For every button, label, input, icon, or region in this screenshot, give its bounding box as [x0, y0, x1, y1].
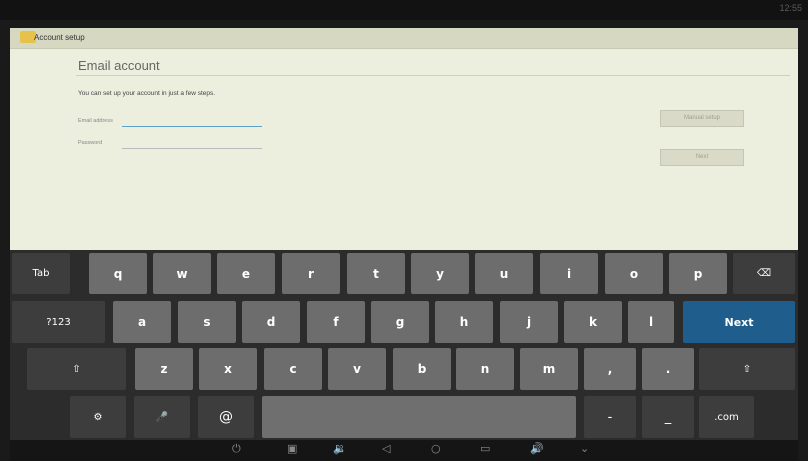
key-v[interactable]: v — [328, 348, 386, 390]
hide-keyboard-icon[interactable]: ⌄ — [580, 442, 589, 455]
key-dash[interactable]: - — [584, 396, 636, 438]
key-q[interactable]: q — [89, 253, 147, 294]
navigation-bar: ⏻ ▣ 🔉 ◁ ○ ▭ 🔊 ⌄ — [10, 440, 798, 461]
key-comma[interactable]: , — [584, 348, 636, 390]
account-setup-window: Account setup Email account You can set … — [10, 28, 798, 250]
recent-apps-icon[interactable]: ▭ — [480, 442, 490, 455]
key-dotcom[interactable]: .com — [699, 396, 754, 438]
key-p[interactable]: p — [669, 253, 727, 294]
settings-icon: ⚙ — [93, 411, 103, 423]
key-next[interactable]: Next — [683, 301, 795, 343]
status-bar: 12:55 — [0, 0, 808, 20]
key-i[interactable]: i — [540, 253, 598, 294]
key-u[interactable]: u — [475, 253, 533, 294]
title-bar: Account setup — [10, 28, 798, 49]
key-d[interactable]: d — [242, 301, 300, 343]
email-label: Email address — [78, 118, 113, 124]
key-g[interactable]: g — [371, 301, 429, 343]
key-backspace[interactable]: ⌫ — [733, 253, 795, 294]
key-f[interactable]: f — [307, 301, 365, 343]
key-shift-right[interactable]: ⇧ — [699, 348, 795, 390]
key-t[interactable]: t — [347, 253, 405, 294]
key-shift-left[interactable]: ⇧ — [27, 348, 126, 390]
password-input[interactable] — [122, 136, 262, 149]
key-voice[interactable]: 🎤 — [134, 396, 190, 438]
key-k[interactable]: k — [564, 301, 622, 343]
key-settings[interactable]: ⚙ — [70, 396, 126, 438]
key-tab[interactable]: Tab — [12, 253, 70, 294]
key-x[interactable]: x — [199, 348, 257, 390]
back-icon[interactable]: ◁ — [382, 442, 390, 455]
key-l[interactable]: l — [628, 301, 674, 343]
key-period[interactable]: . — [642, 348, 694, 390]
page-heading: Email account — [78, 58, 160, 73]
key-h[interactable]: h — [435, 301, 493, 343]
key-z[interactable]: z — [135, 348, 193, 390]
key-b[interactable]: b — [393, 348, 451, 390]
manual-setup-button[interactable]: Manual setup — [660, 110, 744, 127]
key-r[interactable]: r — [282, 253, 340, 294]
key-s[interactable]: s — [178, 301, 236, 343]
shift-icon: ⇧ — [742, 363, 752, 375]
shift-icon: ⇧ — [72, 363, 81, 375]
key-j[interactable]: j — [500, 301, 558, 343]
key-c[interactable]: c — [264, 348, 322, 390]
soft-keyboard: Tab q w e r t y u i o p ⌫ ?123 a s d f g… — [10, 250, 798, 440]
key-w[interactable]: w — [153, 253, 211, 294]
key-n[interactable]: n — [456, 348, 514, 390]
status-clock: 12:55 — [779, 3, 802, 13]
screenshot-icon[interactable]: ▣ — [287, 442, 297, 455]
key-underscore[interactable]: _ — [642, 396, 694, 438]
key-y[interactable]: y — [411, 253, 469, 294]
key-o[interactable]: o — [605, 253, 663, 294]
intro-text: You can set up your account in just a fe… — [78, 90, 216, 97]
backspace-icon: ⌫ — [756, 268, 772, 279]
email-input[interactable] — [122, 114, 262, 127]
key-e[interactable]: e — [217, 253, 275, 294]
key-a[interactable]: a — [113, 301, 171, 343]
power-icon[interactable]: ⏻ — [232, 442, 241, 456]
volume-down-icon[interactable]: 🔉 — [333, 442, 347, 455]
home-icon[interactable]: ○ — [431, 442, 441, 455]
heading-divider — [76, 75, 790, 76]
volume-up-icon[interactable]: 🔊 — [530, 442, 544, 455]
next-button[interactable]: Next — [660, 149, 744, 166]
key-symbols[interactable]: ?123 — [12, 301, 105, 343]
password-label: Password — [78, 140, 103, 146]
key-space[interactable] — [262, 396, 576, 438]
mic-icon: 🎤 — [155, 411, 169, 423]
key-m[interactable]: m — [520, 348, 578, 390]
app-title: Account setup — [34, 33, 85, 42]
key-at[interactable]: @ — [198, 396, 254, 438]
